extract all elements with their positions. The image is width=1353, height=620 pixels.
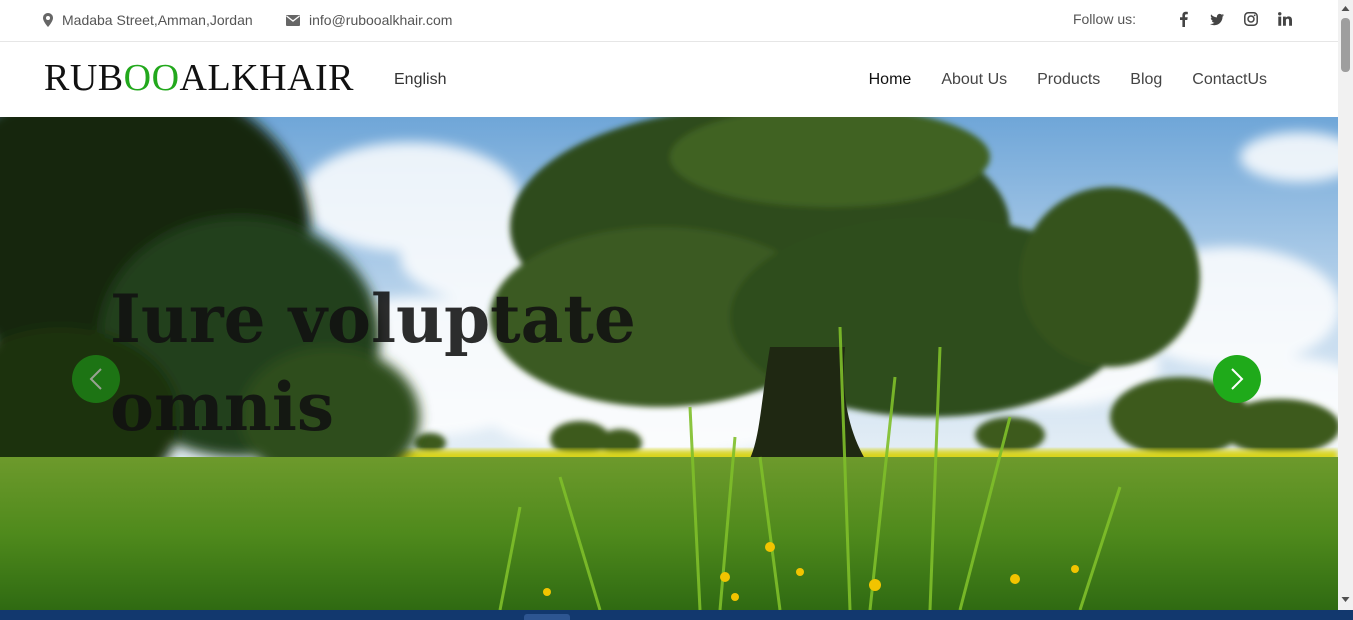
slider-next-button[interactable] bbox=[1213, 355, 1261, 403]
bottom-strip bbox=[0, 610, 1353, 620]
main-nav: Home About Us Products Blog ContactUs bbox=[839, 71, 1267, 89]
chevron-left-icon bbox=[89, 368, 102, 390]
nav-blog[interactable]: Blog bbox=[1130, 71, 1162, 89]
linkedin-icon[interactable] bbox=[1278, 11, 1292, 27]
address-text: Madaba Street,Amman,Jordan bbox=[62, 12, 253, 28]
facebook-icon[interactable] bbox=[1176, 11, 1190, 27]
email-text[interactable]: info@rubooalkhair.com bbox=[309, 12, 452, 28]
chevron-right-icon bbox=[1231, 368, 1244, 390]
instagram-icon[interactable] bbox=[1244, 11, 1258, 27]
envelope-icon bbox=[286, 14, 300, 26]
address-contact: Madaba Street,Amman,Jordan bbox=[43, 12, 253, 28]
page-scrollbar[interactable] bbox=[1338, 0, 1353, 610]
hero-slider: Iure voluptate omnis bbox=[0, 117, 1338, 610]
logo-text-part1: RUB bbox=[44, 57, 124, 99]
language-selector[interactable]: English bbox=[394, 71, 446, 89]
scrollbar-thumb[interactable] bbox=[1341, 18, 1350, 72]
scroll-down-arrow-icon[interactable] bbox=[1341, 594, 1350, 604]
hero-title: Iure voluptate omnis bbox=[110, 280, 636, 446]
nav-contact-us[interactable]: ContactUs bbox=[1192, 71, 1267, 89]
social-follow: Follow us: bbox=[1073, 11, 1292, 27]
twitter-icon[interactable] bbox=[1210, 11, 1224, 27]
logo-text-part2: OO bbox=[123, 57, 180, 99]
page: Madaba Street,Amman,Jordan info@rubooalk… bbox=[0, 0, 1338, 620]
site-logo[interactable]: RUBOOALKHAIR bbox=[44, 56, 354, 100]
email-contact[interactable]: info@rubooalkhair.com bbox=[286, 12, 452, 28]
map-marker-icon bbox=[43, 13, 53, 27]
nav-home[interactable]: Home bbox=[869, 71, 912, 89]
slider-prev-button[interactable] bbox=[72, 355, 120, 403]
logo-text-part3: ALKHAIR bbox=[179, 57, 355, 99]
scroll-up-arrow-icon[interactable] bbox=[1341, 4, 1350, 14]
top-bar: Madaba Street,Amman,Jordan info@rubooalk… bbox=[0, 0, 1338, 42]
bottom-strip-tab bbox=[524, 614, 570, 620]
nav-products[interactable]: Products bbox=[1037, 71, 1100, 89]
site-header: RUBOOALKHAIR English Home About Us Produ… bbox=[0, 43, 1338, 117]
nav-about-us[interactable]: About Us bbox=[941, 71, 1007, 89]
follow-label: Follow us: bbox=[1072, 11, 1136, 27]
